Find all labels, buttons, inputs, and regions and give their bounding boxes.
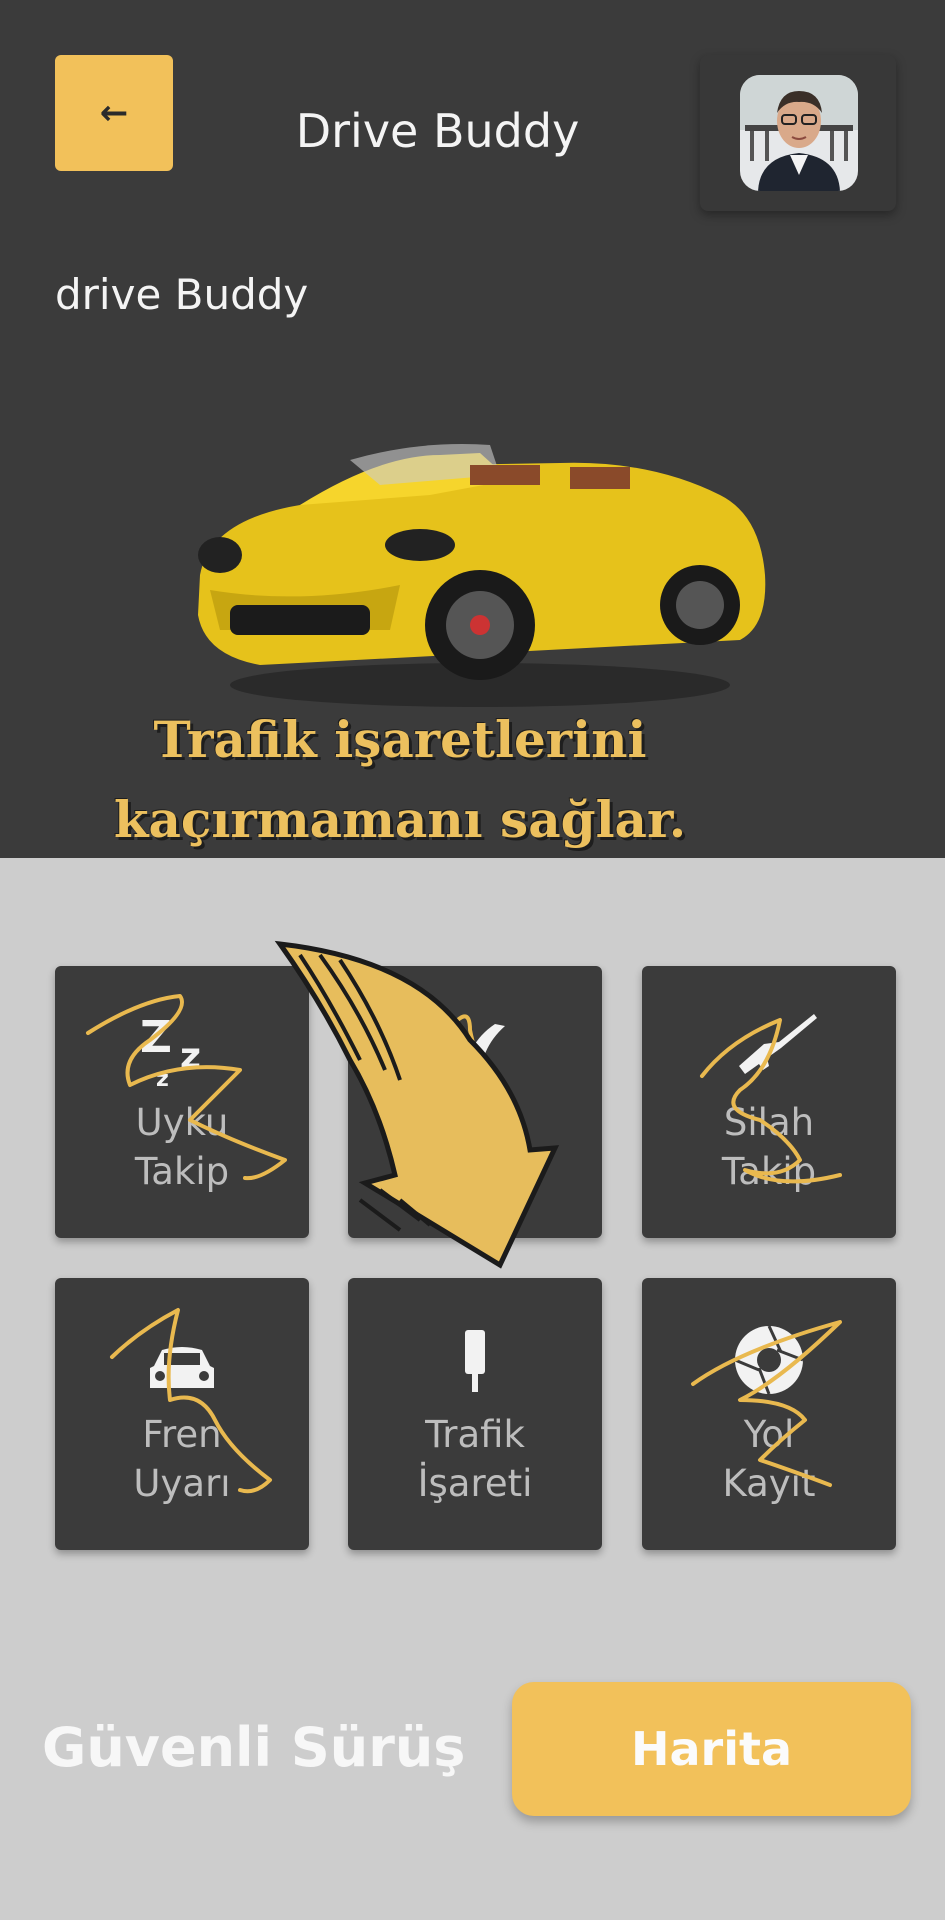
camera-shutter-icon <box>734 1325 804 1395</box>
promo-text: Trafik işaretlerini kaçırmamanı sağlar. <box>60 700 740 860</box>
arrow-left-icon: ← <box>99 93 129 133</box>
svg-text:Z: Z <box>140 1012 172 1063</box>
feature-tile-weapon-tracking[interactable]: Silah Takip <box>642 966 896 1238</box>
feature-label: Uyku Takip <box>134 1101 230 1193</box>
avatar-photo <box>740 75 858 191</box>
back-button[interactable]: ← <box>55 55 173 171</box>
map-button[interactable]: Harita <box>512 1682 911 1816</box>
avatar[interactable] <box>740 75 858 191</box>
feature-label: Silah Takip <box>721 1101 817 1193</box>
safe-drive-label: Güvenli Sürüş <box>42 1716 466 1779</box>
car-front-icon <box>150 1347 214 1388</box>
feature-label: Fren Uyarı <box>133 1413 231 1505</box>
feature-tile-lane-tracking[interactable] <box>348 966 602 1238</box>
sleep-zzz-icon: Z z z <box>140 1012 201 1092</box>
yellow-convertible-car-image <box>198 444 766 707</box>
promo-line-2: kaçırmamanı sağlar. <box>113 790 687 849</box>
app-title: Drive Buddy <box>295 104 580 158</box>
rifle-icon <box>739 1014 817 1074</box>
svg-text:z: z <box>156 1067 169 1092</box>
traffic-sign-icon <box>465 1330 485 1392</box>
lane-road-icon <box>463 1024 505 1084</box>
header-section: ← Drive Buddy drive Buddy Trafik işaretl… <box>0 0 945 858</box>
feature-tile-sleep-tracking[interactable]: Z z z Uyku Takip <box>55 966 309 1238</box>
svg-text:z: z <box>180 1036 201 1077</box>
hero-subtitle: drive Buddy <box>55 270 309 319</box>
feature-label: Yol Kayıt <box>722 1413 816 1505</box>
feature-tile-brake-warning[interactable]: Fren Uyarı <box>55 1278 309 1550</box>
feature-tile-road-recording[interactable]: Yol Kayıt <box>642 1278 896 1550</box>
feature-tile-traffic-sign[interactable]: Trafik İşareti <box>348 1278 602 1550</box>
feature-label: Trafik İşareti <box>417 1413 533 1505</box>
promo-line-1: Trafik işaretlerini <box>153 710 647 769</box>
profile-card[interactable] <box>700 55 896 211</box>
